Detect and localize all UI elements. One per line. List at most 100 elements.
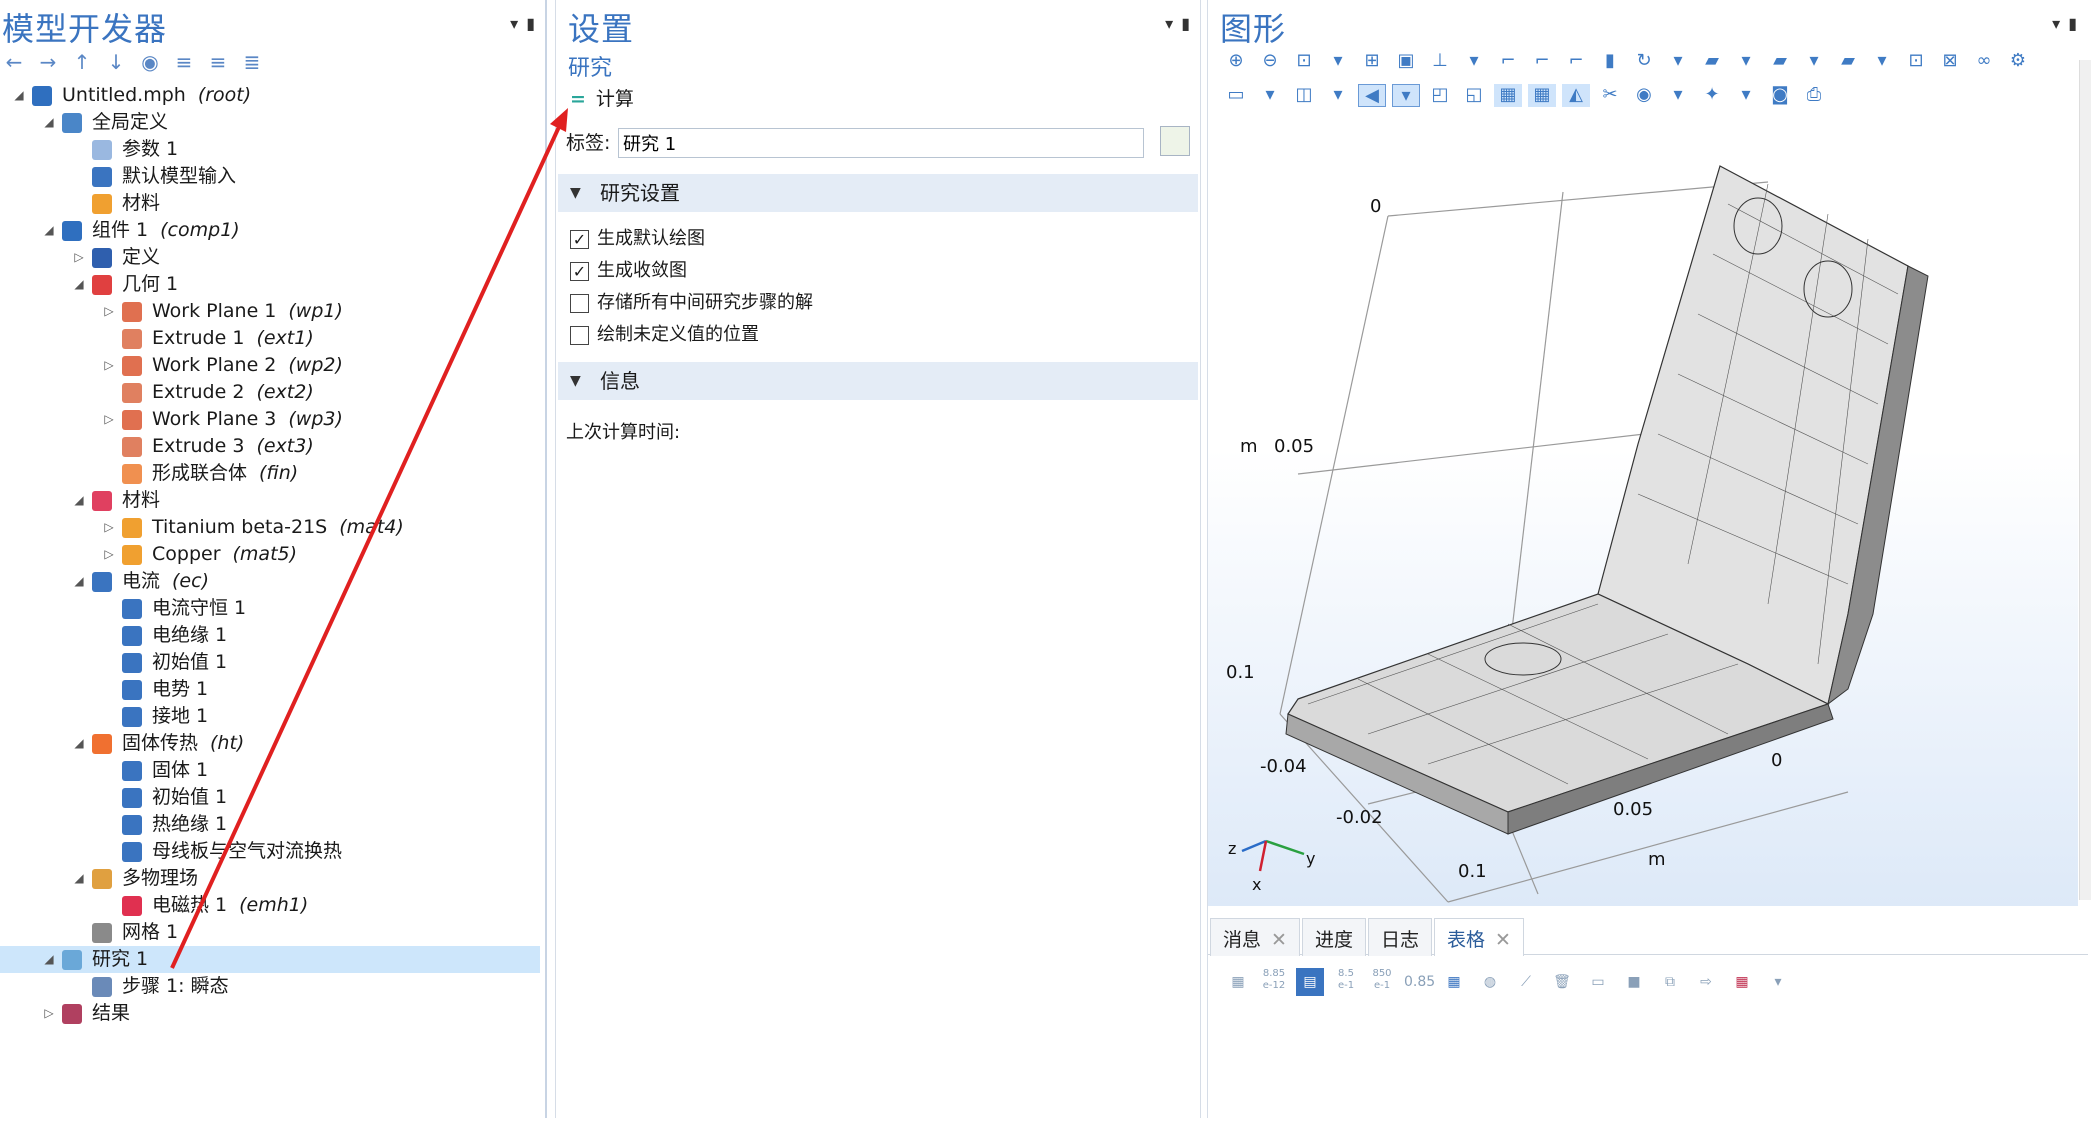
dropdown-icon[interactable]: ▾ bbox=[1392, 84, 1420, 107]
render-icon[interactable]: ▦ bbox=[1494, 84, 1522, 107]
collapsed-toggle-icon[interactable]: ▷ bbox=[102, 541, 116, 568]
tree-node[interactable]: ▷ Copper (mat5) bbox=[0, 541, 540, 568]
zoom-box-icon[interactable]: ⊡ bbox=[1290, 50, 1318, 71]
camera-icon[interactable]: ◙ bbox=[1766, 84, 1794, 107]
tree-node[interactable]: 初始值 1 bbox=[0, 784, 540, 811]
tree-node[interactable]: ◢ 多物理场 bbox=[0, 865, 540, 892]
tree-node[interactable]: 初始值 1 bbox=[0, 649, 540, 676]
collapsed-toggle-icon[interactable]: ▷ bbox=[102, 352, 116, 379]
tree-node[interactable]: ◢ Untitled.mph (root) bbox=[0, 82, 540, 109]
table-grid-icon[interactable]: ▦ bbox=[1224, 968, 1252, 996]
tree-node[interactable]: ◢ 研究 1 bbox=[0, 946, 540, 973]
scene-light-icon[interactable]: ✦ bbox=[1698, 84, 1726, 107]
yz-view-icon[interactable]: ⌐ bbox=[1528, 50, 1556, 71]
reset-view-icon[interactable]: ↻ bbox=[1630, 50, 1658, 71]
view-icon[interactable]: ▭ bbox=[1222, 84, 1250, 107]
back-icon[interactable]: ← bbox=[4, 50, 24, 74]
copy-icon[interactable]: ⧉ bbox=[1656, 968, 1684, 996]
collapsed-toggle-icon[interactable]: ▷ bbox=[102, 298, 116, 325]
panel-controls[interactable]: ▾ ▮ bbox=[502, 14, 535, 33]
collapsed-toggle-icon[interactable]: ▷ bbox=[42, 1000, 56, 1027]
tree-node[interactable]: 母线板与空气对流换热 bbox=[0, 838, 540, 865]
dropdown-icon[interactable]: ▾ bbox=[1165, 14, 1173, 33]
expanded-toggle-icon[interactable]: ◢ bbox=[42, 946, 56, 973]
label-input[interactable] bbox=[618, 128, 1144, 158]
tree-node[interactable]: 步骤 1: 瞬态 bbox=[0, 973, 540, 1000]
checkbox-undefined-values[interactable]: 绘制未定义值的位置 bbox=[570, 322, 759, 348]
expanded-toggle-icon[interactable]: ◢ bbox=[42, 109, 56, 136]
comment-button[interactable] bbox=[1160, 126, 1190, 156]
move-up-icon[interactable]: ↑ bbox=[72, 50, 92, 74]
lighting-icon[interactable]: ◀ bbox=[1358, 84, 1386, 107]
pin-icon[interactable]: ▮ bbox=[526, 14, 535, 33]
dropdown-icon[interactable]: ▾ bbox=[1732, 50, 1760, 71]
axes-icon[interactable]: ⊥ bbox=[1426, 50, 1454, 71]
xy-view-icon[interactable]: ⌐ bbox=[1494, 50, 1522, 71]
vertical-scrollbar[interactable] bbox=[2079, 60, 2091, 900]
tree-node[interactable]: 电势 1 bbox=[0, 676, 540, 703]
dropdown-icon[interactable]: ▾ bbox=[1324, 84, 1352, 107]
collapse-all-icon[interactable]: ≡ bbox=[208, 50, 228, 74]
checkbox-store-intermediate[interactable]: 存储所有中间研究步骤的解 bbox=[570, 290, 813, 316]
color-icon[interactable]: ◉ bbox=[1630, 84, 1658, 107]
dropdown-icon[interactable]: ▾ bbox=[1732, 84, 1760, 107]
checkbox-box[interactable] bbox=[570, 293, 589, 313]
checkbox-box[interactable]: ✓ bbox=[570, 261, 589, 281]
format-full-icon[interactable]: 850 e-1 bbox=[1368, 968, 1396, 996]
collapsed-toggle-icon[interactable]: ▷ bbox=[102, 406, 116, 433]
tree-node[interactable]: 材料 bbox=[0, 190, 540, 217]
stop-icon[interactable]: ■ bbox=[1620, 968, 1648, 996]
expand-all-icon[interactable]: ≡ bbox=[174, 50, 194, 74]
erase-icon[interactable]: ✂ bbox=[1596, 84, 1624, 107]
rotate-view-icon[interactable]: ▮ bbox=[1596, 50, 1624, 71]
dropdown-icon[interactable]: ▾ bbox=[2052, 14, 2060, 33]
expanded-toggle-icon[interactable]: ◢ bbox=[72, 271, 86, 298]
settings-icon[interactable]: ⚙ bbox=[2004, 50, 2032, 71]
list-menu-icon[interactable]: ≣ bbox=[242, 50, 262, 74]
panel-controls[interactable]: ▾ ▮ bbox=[2044, 14, 2077, 33]
tree-node[interactable]: 电绝缘 1 bbox=[0, 622, 540, 649]
expanded-toggle-icon[interactable]: ◢ bbox=[72, 865, 86, 892]
select-domains-icon[interactable]: ▰ bbox=[1766, 50, 1794, 71]
dropdown-icon[interactable]: ▾ bbox=[1460, 50, 1488, 71]
format-decimal-icon[interactable]: 8.5 e-1 bbox=[1332, 968, 1360, 996]
tree-node[interactable]: Extrude 3 (ext3) bbox=[0, 433, 540, 460]
checkbox-box[interactable] bbox=[570, 325, 589, 345]
tree-node[interactable]: Extrude 1 (ext1) bbox=[0, 325, 540, 352]
wireframe-icon[interactable]: ◱ bbox=[1460, 84, 1488, 107]
pin-icon[interactable]: ▮ bbox=[1181, 14, 1190, 33]
select-boundaries-icon[interactable]: ▰ bbox=[1834, 50, 1862, 71]
expanded-toggle-icon[interactable]: ◢ bbox=[12, 82, 26, 109]
link-icon[interactable]: ∞ bbox=[1970, 50, 1998, 71]
select-objects-icon[interactable]: ▰ bbox=[1698, 50, 1726, 71]
tree-node[interactable]: ◢ 材料 bbox=[0, 487, 540, 514]
tree-node[interactable]: ◢ 组件 1 (comp1) bbox=[0, 217, 540, 244]
tree-node[interactable]: ▷ 结果 bbox=[0, 1000, 540, 1027]
format-auto-icon[interactable]: ▤ bbox=[1296, 968, 1324, 996]
transparency-icon[interactable]: ◰ bbox=[1426, 84, 1454, 107]
table-view-icon[interactable]: ▦ bbox=[1440, 968, 1468, 996]
zoom-selection-icon[interactable]: ▣ bbox=[1392, 50, 1420, 71]
mesh-render-icon[interactable]: ◭ bbox=[1562, 84, 1590, 107]
tree-node[interactable]: ▷ 定义 bbox=[0, 244, 540, 271]
tab-messages[interactable]: 消息 ✕ bbox=[1210, 918, 1300, 956]
tree-node[interactable]: ◢ 几何 1 bbox=[0, 271, 540, 298]
compute-button[interactable]: = 计算 bbox=[570, 84, 634, 111]
tree-node[interactable]: 电磁热 1 (emh1) bbox=[0, 892, 540, 919]
tree-node[interactable]: ▷ Work Plane 3 (wp3) bbox=[0, 406, 540, 433]
dropdown-icon[interactable]: ▾ bbox=[1256, 84, 1284, 107]
tree-node[interactable]: 热绝缘 1 bbox=[0, 811, 540, 838]
expanded-toggle-icon[interactable]: ◢ bbox=[72, 730, 86, 757]
expanded-toggle-icon[interactable]: ◢ bbox=[42, 217, 56, 244]
tree-node[interactable]: 参数 1 bbox=[0, 136, 540, 163]
select-all-icon[interactable]: ⊡ bbox=[1902, 50, 1930, 71]
clear-selection-icon[interactable]: ⊠ bbox=[1936, 50, 1964, 71]
expanded-toggle-icon[interactable]: ◢ bbox=[72, 487, 86, 514]
zoom-in-icon[interactable]: ⊕ bbox=[1222, 50, 1250, 71]
pin-icon[interactable]: ▮ bbox=[2068, 14, 2077, 33]
panel-controls[interactable]: ▾ ▮ bbox=[1157, 14, 1190, 33]
grid-icon[interactable]: ▦ bbox=[1528, 84, 1556, 107]
tree-node[interactable]: ▷ Work Plane 1 (wp1) bbox=[0, 298, 540, 325]
format-scientific-icon[interactable]: 8.85 e-12 bbox=[1260, 968, 1288, 996]
collapsed-toggle-icon[interactable]: ▷ bbox=[72, 244, 86, 271]
